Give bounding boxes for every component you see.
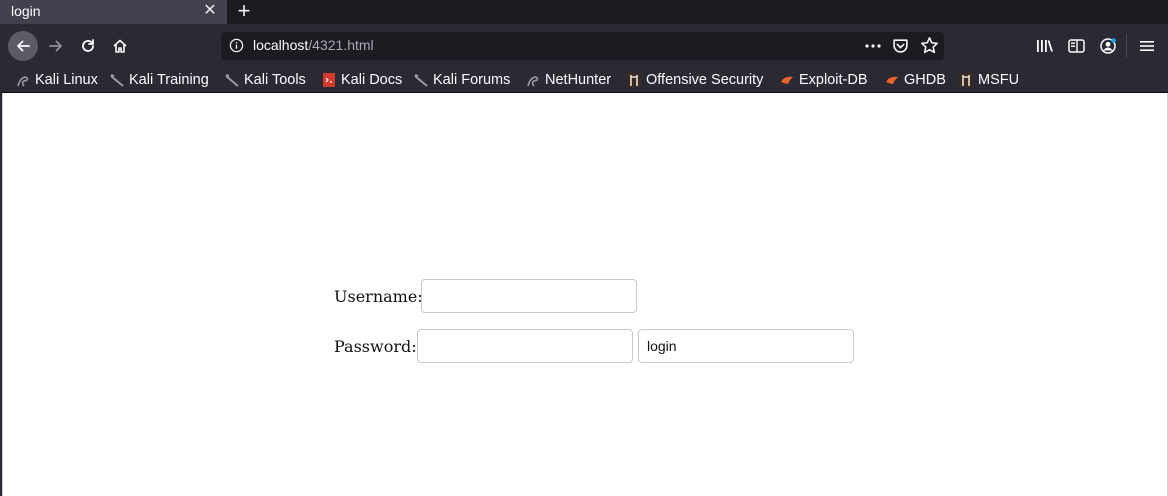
exploit-db-icon xyxy=(886,76,898,84)
bookmark-kali-linux[interactable]: Kali Linux xyxy=(16,70,98,90)
close-icon[interactable]: ✕ xyxy=(202,1,218,21)
red-docs-icon xyxy=(323,73,335,87)
url-text[interactable]: localhost/4321.html xyxy=(253,37,374,53)
url-bar[interactable]: localhost/4321.html xyxy=(221,32,944,60)
bookmark-label: Kali Training xyxy=(129,72,209,88)
url-host: localhost xyxy=(253,37,309,53)
bookmark-label: Kali Tools xyxy=(244,72,306,88)
bookmark-ghdb[interactable]: GHDB xyxy=(885,70,946,90)
navigation-toolbar: localhost/4321.html xyxy=(0,24,1168,68)
username-field[interactable] xyxy=(421,279,637,313)
password-label: Password: xyxy=(334,337,417,356)
hamburger-menu-icon[interactable] xyxy=(1139,38,1155,54)
bookmark-kali-docs[interactable]: Kali Docs xyxy=(322,70,402,90)
exploit-db-icon xyxy=(781,76,793,84)
toolbar-separator xyxy=(1126,34,1127,58)
bookmark-exploit-db[interactable]: Exploit-DB xyxy=(780,70,868,90)
back-button[interactable] xyxy=(8,31,38,61)
tab-title: login xyxy=(11,3,41,19)
reload-button[interactable] xyxy=(74,32,102,60)
new-tab-button[interactable]: + xyxy=(233,0,255,22)
offsec-icon xyxy=(959,73,973,87)
login-button[interactable] xyxy=(638,329,854,363)
bookmark-label: NetHunter xyxy=(545,72,612,88)
info-icon[interactable] xyxy=(229,38,244,53)
offsec-icon xyxy=(627,73,641,87)
bookmarks-toolbar: Kali Linux Kali Training Kali Tools Kali… xyxy=(0,68,1168,93)
star-icon[interactable] xyxy=(920,36,939,55)
kali-dragon-icon xyxy=(17,76,29,87)
bookmark-kali-forums[interactable]: Kali Forums xyxy=(414,70,510,90)
tab-strip: login ✕ + xyxy=(0,0,1168,24)
bookmark-label: Kali Docs xyxy=(341,72,403,88)
bookmark-label: Kali Forums xyxy=(433,72,511,88)
page-content: Username: Password: xyxy=(2,93,1168,496)
bookmark-label: MSFU xyxy=(978,72,1020,88)
kali-sword-icon xyxy=(110,74,124,87)
bookmark-kali-training[interactable]: Kali Training xyxy=(110,70,209,90)
url-path: /4321.html xyxy=(308,37,374,53)
bookmark-label: Kali Linux xyxy=(35,72,98,88)
username-label: Username: xyxy=(334,287,423,306)
password-field[interactable] xyxy=(417,329,633,363)
library-icon[interactable] xyxy=(1036,38,1054,54)
bookmark-offensive-security[interactable]: Offensive Security xyxy=(627,70,763,90)
bookmark-nethunter[interactable]: NetHunter xyxy=(526,70,611,90)
kali-dragon-icon xyxy=(527,76,539,87)
more-actions-icon[interactable] xyxy=(864,37,882,55)
forward-button[interactable] xyxy=(42,32,70,60)
kali-sword-icon xyxy=(414,74,428,87)
sidebar-icon[interactable] xyxy=(1068,38,1085,54)
account-icon[interactable] xyxy=(1099,37,1117,55)
bookmark-label: Exploit-DB xyxy=(799,72,868,88)
bookmark-label: GHDB xyxy=(904,72,946,88)
home-button[interactable] xyxy=(106,32,134,60)
arrow-left-icon xyxy=(17,40,30,52)
home-icon xyxy=(113,39,127,53)
arrow-right-icon xyxy=(49,40,62,52)
reload-icon xyxy=(82,39,94,52)
bookmark-label: Offensive Security xyxy=(646,72,764,88)
plus-icon: + xyxy=(237,0,251,23)
kali-sword-icon xyxy=(225,74,239,87)
bookmark-msfu[interactable]: MSFU xyxy=(959,70,1019,90)
active-tab[interactable]: login ✕ xyxy=(0,0,227,24)
pocket-icon[interactable] xyxy=(892,37,909,54)
bookmark-kali-tools[interactable]: Kali Tools xyxy=(225,70,306,90)
